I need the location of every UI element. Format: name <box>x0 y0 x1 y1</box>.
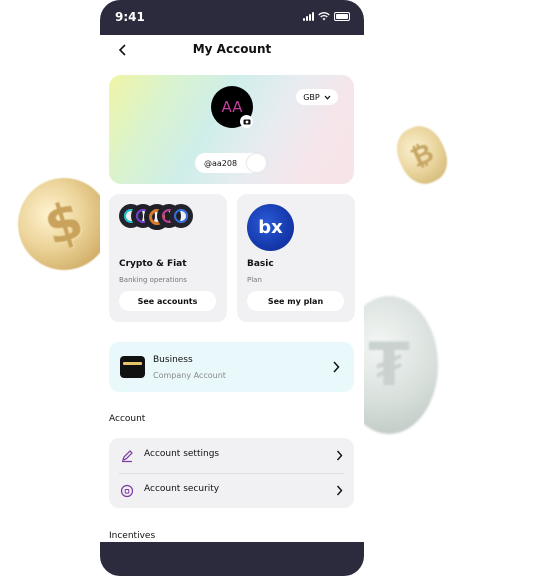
plan-logo-icon: bx <box>247 204 294 251</box>
small-coin-decoration: ₿ <box>388 118 456 192</box>
top-bar: My Account <box>100 35 364 65</box>
plan-card[interactable]: bx Basic Plan See my plan <box>237 194 355 322</box>
phone-screen: 9:41 My Account AA GBP @aa208 Crypto & F… <box>100 0 364 576</box>
see-accounts-button[interactable]: See accounts <box>119 291 216 311</box>
signal-icon <box>303 12 314 21</box>
chevron-right-icon <box>333 361 340 373</box>
status-icons <box>303 12 350 21</box>
page-title: My Account <box>192 42 272 56</box>
card-title: Basic <box>247 259 274 269</box>
account-security-row[interactable]: Account security <box>109 473 354 508</box>
section-incentives-label: Incentives <box>109 531 156 541</box>
account-settings-list: Account settings Account security <box>109 438 354 508</box>
business-account-item[interactable]: Business Company Account <box>109 342 354 392</box>
status-bar: 9:41 <box>100 0 364 35</box>
card-subtitle: Banking operations <box>119 276 187 284</box>
card-subtitle: Plan <box>247 276 262 284</box>
handle-toggle[interactable] <box>247 154 266 172</box>
section-account-label: Account <box>109 414 146 424</box>
profile-card: AA GBP @aa208 <box>109 75 354 184</box>
bottom-bar <box>100 542 364 576</box>
status-time: 9:41 <box>115 10 145 24</box>
crypto-rings-icon <box>119 204 193 234</box>
accounts-card[interactable]: Crypto & Fiat Banking operations See acc… <box>109 194 227 322</box>
chevron-right-icon <box>336 485 343 496</box>
business-subtitle: Company Account <box>153 371 226 380</box>
see-my-plan-button[interactable]: See my plan <box>247 291 344 311</box>
wifi-icon <box>318 12 330 21</box>
row-label: Account settings <box>144 449 220 459</box>
account-settings-row[interactable]: Account settings <box>109 438 354 474</box>
wallet-icon <box>120 356 145 378</box>
battery-icon <box>334 12 350 21</box>
username-text: @aa208 <box>204 158 238 168</box>
card-title: Crypto & Fiat <box>119 259 187 269</box>
camera-icon[interactable] <box>240 115 253 128</box>
chevron-right-icon <box>336 450 343 461</box>
currency-value: GBP <box>303 92 320 102</box>
shield-icon <box>120 484 134 498</box>
currency-select[interactable]: GBP <box>296 89 338 105</box>
row-label: Account security <box>144 484 220 494</box>
edit-icon <box>122 450 133 463</box>
chevron-down-icon <box>324 95 331 100</box>
business-title: Business <box>153 355 193 365</box>
